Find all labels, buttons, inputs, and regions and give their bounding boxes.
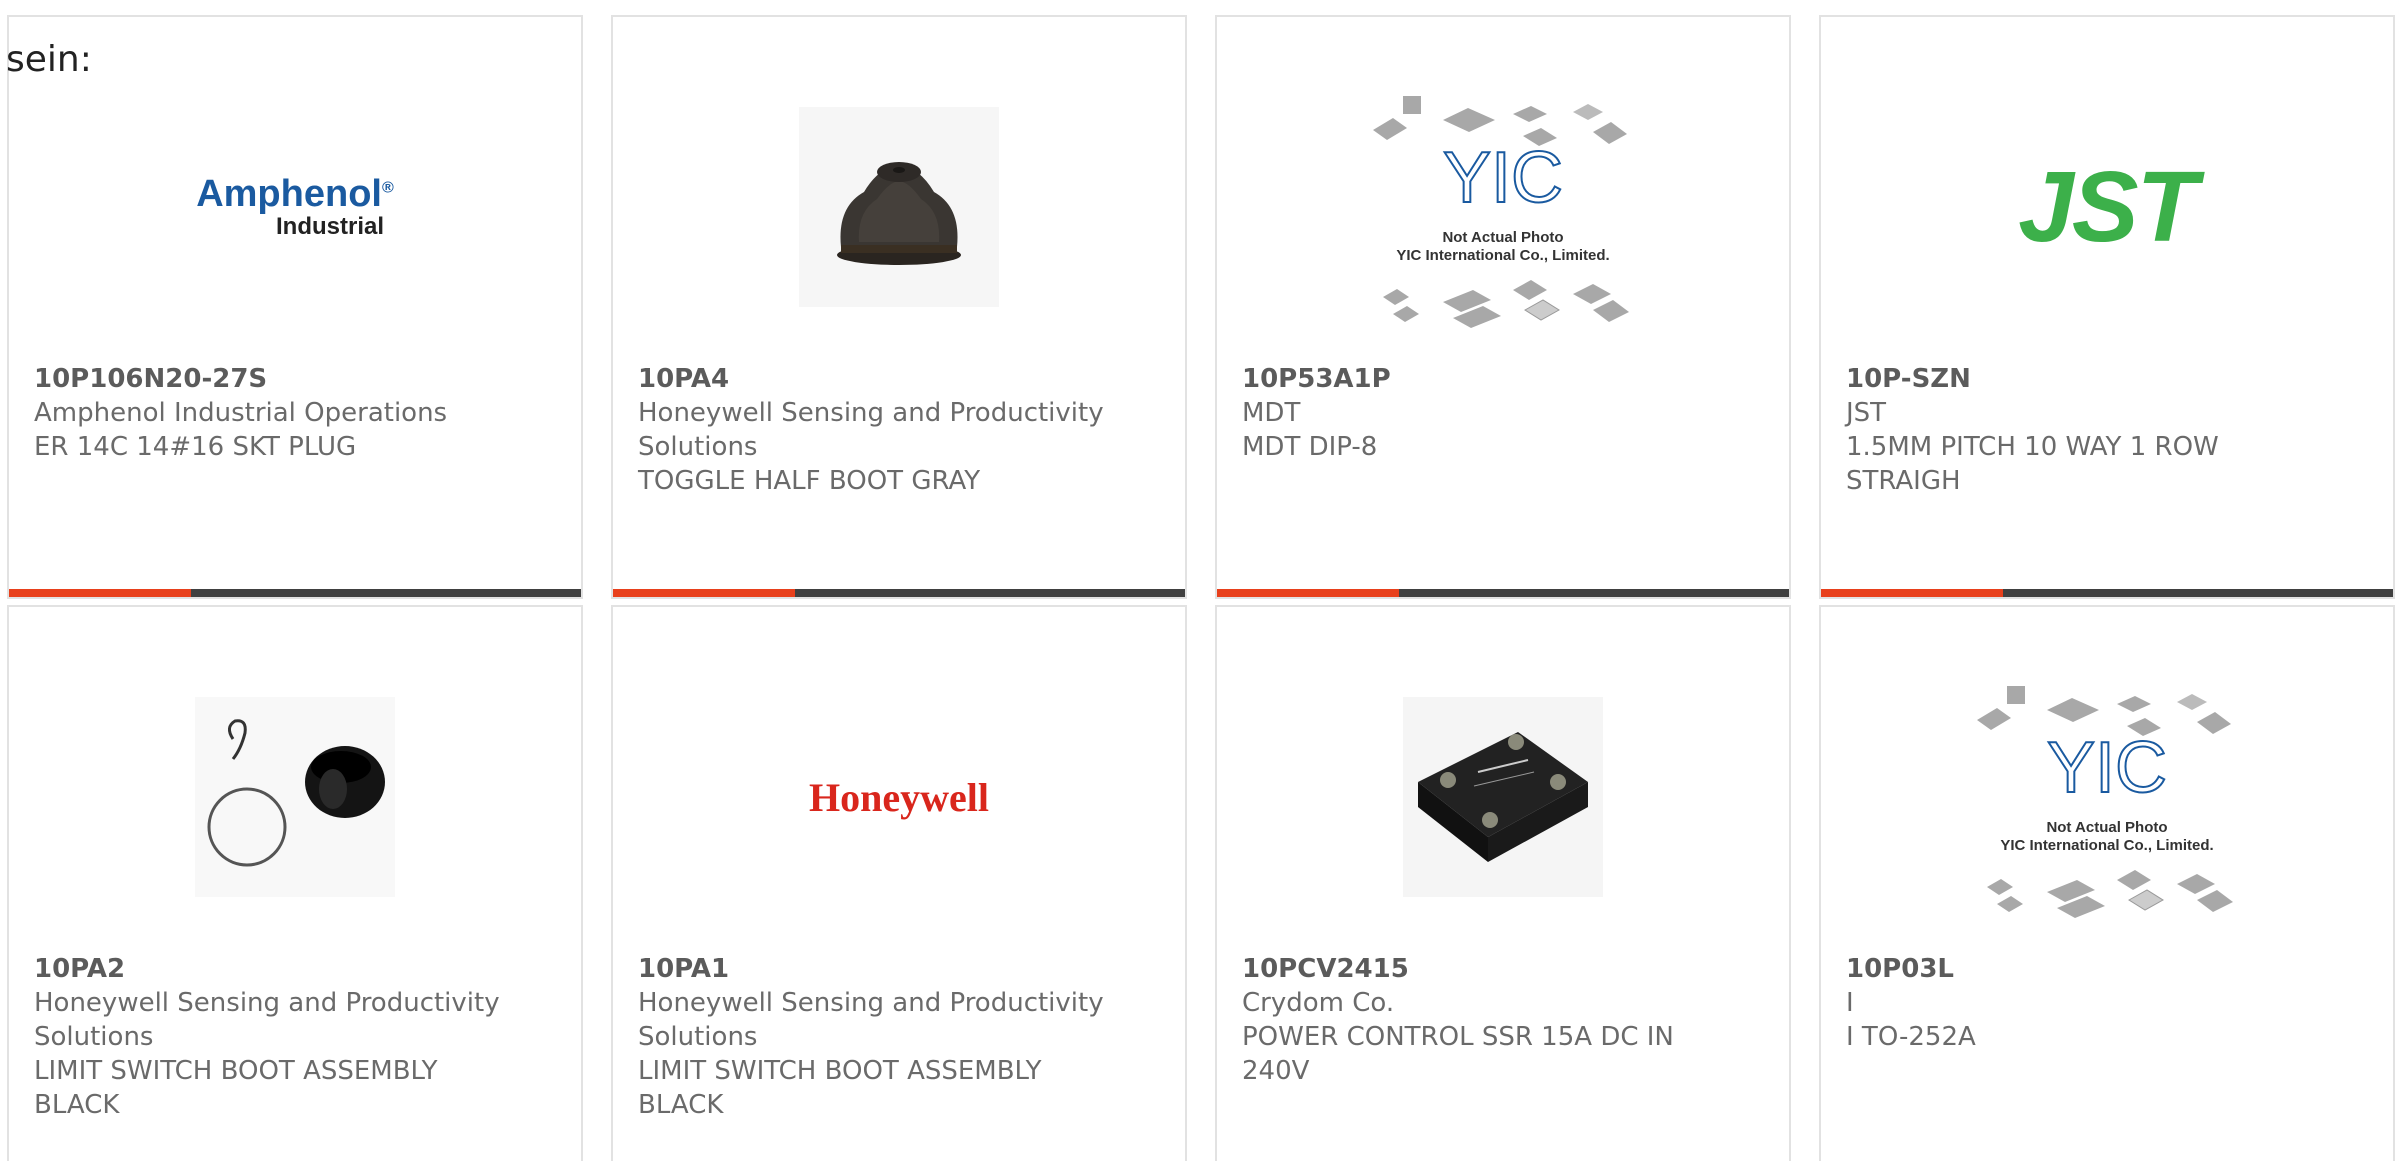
description: MDT DIP-8 [1242,432,1378,462]
manufacturer: Honeywell Sensing and Productivity Solut… [638,398,1104,462]
card-bar [1821,589,2393,597]
product-card[interactable]: YIC Not Actual Photo YIC International C… [1215,15,1791,599]
product-grid-page: sein: Amphenol® Industrial 10P106N20-27S… [0,0,2400,1161]
product-image[interactable] [1217,677,1789,917]
lead-text: sein: [6,39,92,80]
product-card[interactable]: JST 10P-SZN JST 1.5MM PITCH 10 WAY 1 ROW… [1819,15,2395,599]
amphenol-logo: Amphenol® Industrial [196,173,394,240]
ssr-relay-photo [1403,697,1603,897]
card-bar [9,589,581,597]
description: TOGGLE HALF BOOT GRAY [638,466,981,496]
description: LIMIT SWITCH BOOT ASSEMBLY BLACK [638,1056,1042,1120]
svg-text:YIC International Co., Limited: YIC International Co., Limited. [1396,247,1609,264]
product-card[interactable]: Amphenol® Industrial 10P106N20-27S Amphe… [7,15,583,599]
product-image[interactable]: JST [1821,87,2393,327]
toggle-boot-photo [799,107,999,307]
description: LIMIT SWITCH BOOT ASSEMBLY BLACK [34,1056,438,1120]
jst-logo: JST [2018,150,2197,263]
product-image[interactable]: YIC Not Actual Photo YIC International C… [1217,87,1789,328]
manufacturer: I [1846,988,1854,1018]
product-image[interactable] [613,87,1185,327]
card-bar-accent [1821,589,2003,597]
description: POWER CONTROL SSR 15A DC IN 240V [1242,1022,1674,1086]
svg-text:YIC International Co., Limited: YIC International Co., Limited. [2000,837,2213,854]
card-bar-accent [613,589,795,597]
svg-text:YIC: YIC [1443,138,1563,218]
product-card[interactable]: YIC Not Actual Photo YIC International C… [1819,605,2395,1161]
yic-placeholder-image: YIC Not Actual Photo YIC International C… [1373,96,1629,328]
product-card[interactable]: 10PCV2415 Crydom Co. POWER CONTROL SSR 1… [1215,605,1791,1161]
product-image[interactable]: Honeywell [613,677,1185,917]
product-image[interactable] [9,677,581,917]
product-image[interactable]: Amphenol® Industrial [9,87,581,327]
description: 1.5MM PITCH 10 WAY 1 ROW STRAIGH [1846,432,2219,496]
part-number[interactable]: 10P03L [1846,952,2316,986]
part-number[interactable]: 10P-SZN [1846,362,2316,396]
description: I TO-252A [1846,1022,1976,1052]
boot-assembly-photo [195,697,395,897]
product-card[interactable]: Honeywell 10PA1 Honeywell Sensing and Pr… [611,605,1187,1161]
manufacturer: Crydom Co. [1242,988,1395,1018]
manufacturer: Honeywell Sensing and Productivity Solut… [638,988,1104,1052]
product-card[interactable]: 10PA2 Honeywell Sensing and Productivity… [7,605,583,1161]
product-card[interactable]: 10PA4 Honeywell Sensing and Productivity… [611,15,1187,599]
part-number[interactable]: 10P106N20-27S [34,362,504,396]
part-number[interactable]: 10PA1 [638,952,1108,986]
part-number[interactable]: 10PCV2415 [1242,952,1712,986]
svg-text:Not Actual Photo: Not Actual Photo [2046,819,2167,836]
card-bar [613,589,1185,597]
card-bar-accent [1217,589,1399,597]
card-bar-accent [9,589,191,597]
yic-placeholder-image: YIC Not Actual Photo YIC International C… [1977,686,2233,918]
manufacturer: Amphenol Industrial Operations [34,398,448,428]
part-number[interactable]: 10PA4 [638,362,1108,396]
part-number[interactable]: 10PA2 [34,952,504,986]
manufacturer: JST [1846,398,1887,428]
description: ER 14C 14#16 SKT PLUG [34,432,357,462]
part-number[interactable]: 10P53A1P [1242,362,1712,396]
product-image[interactable]: YIC Not Actual Photo YIC International C… [1821,677,2393,918]
card-bar [1217,589,1789,597]
honeywell-logo: Honeywell [809,774,989,820]
manufacturer: Honeywell Sensing and Productivity Solut… [34,988,500,1052]
svg-text:YIC: YIC [2047,728,2167,808]
manufacturer: MDT [1242,398,1301,428]
svg-text:Not Actual Photo: Not Actual Photo [1442,229,1563,246]
